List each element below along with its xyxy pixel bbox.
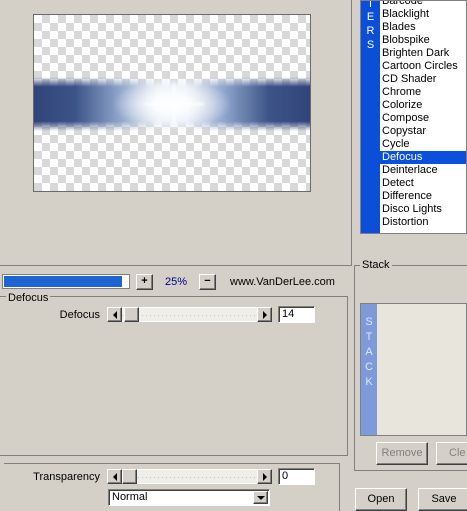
filter-item[interactable]: Compose [380, 112, 466, 125]
stack-letter: C [365, 361, 373, 373]
transparency-slider-track[interactable] [122, 469, 257, 484]
stack-letter: K [365, 376, 373, 388]
preview-canvas[interactable] [33, 14, 311, 192]
category-letter: R [366, 25, 375, 37]
transparency-decrease-button[interactable] [107, 469, 122, 484]
transparency-increase-button[interactable] [257, 469, 272, 484]
stack-letter: S [365, 316, 373, 328]
filter-item[interactable]: Deinterlace [380, 164, 466, 177]
stack-title: Stack [360, 259, 392, 271]
arrow-left-icon [113, 473, 117, 481]
defocus-label: Defocus [59, 309, 100, 321]
defocus-increase-button[interactable] [257, 307, 272, 322]
clear-button[interactable]: Cle [436, 442, 467, 465]
category-letter: E [366, 11, 375, 23]
stack-side-strip: S T A C K [361, 304, 377, 435]
preview-flare-vertical [173, 83, 175, 125]
filter-item[interactable]: Blades [380, 21, 466, 34]
category-letter: T [367, 0, 374, 10]
zoom-level: 25% [164, 276, 188, 288]
website-link[interactable]: www.VanDerLee.com [230, 276, 350, 288]
filter-item[interactable]: Cycle [380, 138, 466, 151]
defocus-group-title: Defocus [6, 292, 51, 304]
defocus-slider-thumb[interactable] [124, 307, 140, 322]
save-button[interactable]: Save [418, 488, 467, 511]
defocus-value-field[interactable]: 14 [278, 306, 315, 323]
defocus-slider-track[interactable] [122, 307, 257, 322]
category-letter: S [366, 39, 375, 51]
filter-item[interactable]: Disco Lights [380, 203, 466, 216]
filter-item[interactable]: Barcode [380, 1, 466, 8]
filter-item[interactable]: Blobspike [380, 34, 466, 47]
filter-item[interactable]: Distortion [380, 216, 466, 229]
blend-mode-dropdown-button[interactable] [253, 491, 268, 504]
stack-listbox[interactable]: S T A C K [360, 303, 467, 436]
blend-mode-select[interactable]: Normal [108, 489, 270, 506]
defocus-decrease-button[interactable] [107, 307, 122, 322]
filter-item[interactable]: CD Shader [380, 73, 466, 86]
open-button[interactable]: Open [355, 488, 407, 511]
filter-item[interactable]: Brighten Dark [380, 47, 466, 60]
progress-bar [2, 274, 130, 289]
filter-item[interactable]: Blacklight [380, 8, 466, 21]
remove-button[interactable]: Remove [376, 442, 428, 465]
filter-items: Barcode Blacklight Blades Blobspike Brighten… [380, 1, 466, 229]
transparency-label: Transparency [33, 471, 100, 483]
filter-category-strip: T E R S [361, 1, 380, 233]
filter-item[interactable]: Detect [380, 177, 466, 190]
filter-item[interactable]: Defocus [380, 151, 466, 164]
filter-item[interactable]: Chrome [380, 86, 466, 99]
zoom-out-button[interactable]: − [199, 274, 216, 290]
arrow-right-icon [263, 311, 267, 319]
filter-listbox[interactable]: T E R S Barcode Blacklight Blades Blobspike… [360, 0, 467, 234]
filter-item[interactable]: Difference [380, 190, 466, 203]
arrow-right-icon [263, 473, 267, 481]
transparency-slider-thumb[interactable] [122, 469, 137, 484]
preview-pane [0, 0, 352, 266]
chevron-down-icon [257, 496, 265, 500]
zoom-in-button[interactable]: + [136, 274, 153, 290]
progress-fill [4, 276, 122, 287]
filter-item[interactable]: Copystar [380, 125, 466, 138]
stack-letter: A [365, 346, 373, 358]
transparency-value-field[interactable]: 0 [278, 468, 315, 485]
filter-item[interactable]: Colorize [380, 99, 466, 112]
filter-item[interactable]: Cartoon Circles [380, 60, 466, 73]
stack-letter: T [365, 331, 373, 343]
arrow-left-icon [113, 311, 117, 319]
blend-mode-value: Normal [112, 491, 148, 503]
